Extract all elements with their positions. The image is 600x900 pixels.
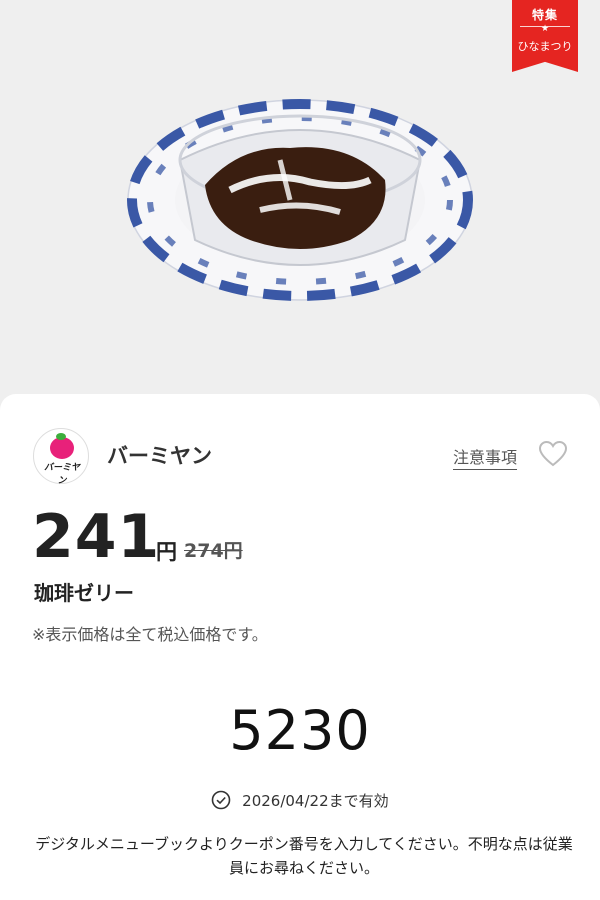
ribbon-title: 特集 [531,8,558,22]
original-price: 274円 [184,540,243,562]
shop-name: バーミヤン [107,444,212,468]
heart-icon[interactable] [538,440,568,472]
coupon-card: バーミヤン バーミヤン 注意事項 241 円 274円 珈琲ゼリー ※表示価格は… [0,394,600,900]
product-image-area: 特集 ★ ひなまつり [0,0,600,400]
notice-link[interactable]: 注意事項 [453,444,517,468]
check-circle-icon [211,790,242,810]
current-price: 241 [32,502,161,572]
price-unit: 円 [156,540,177,564]
product-photo [120,90,480,314]
tax-note: ※表示価格は全て税込価格です。 [32,625,268,644]
instructions: デジタルメニューブックよりクーポン番号を入力してください。不明な点は従業員にお尋… [35,835,573,877]
ribbon-divider [520,26,570,27]
validity-text: 2026/04/22まで有効 [242,792,389,810]
validity: 2026/04/22まで有効 [0,790,600,811]
peach-icon [50,433,74,459]
ribbon-subtitle: ひなまつり [517,40,573,53]
product-name: 珈琲ゼリー [34,581,134,605]
shop-logo: バーミヤン [33,428,89,486]
logo-wordmark: バーミヤン [43,463,80,486]
coupon-code: 5230 [229,699,371,762]
feature-ribbon: 特集 ★ ひなまつり [512,0,578,72]
